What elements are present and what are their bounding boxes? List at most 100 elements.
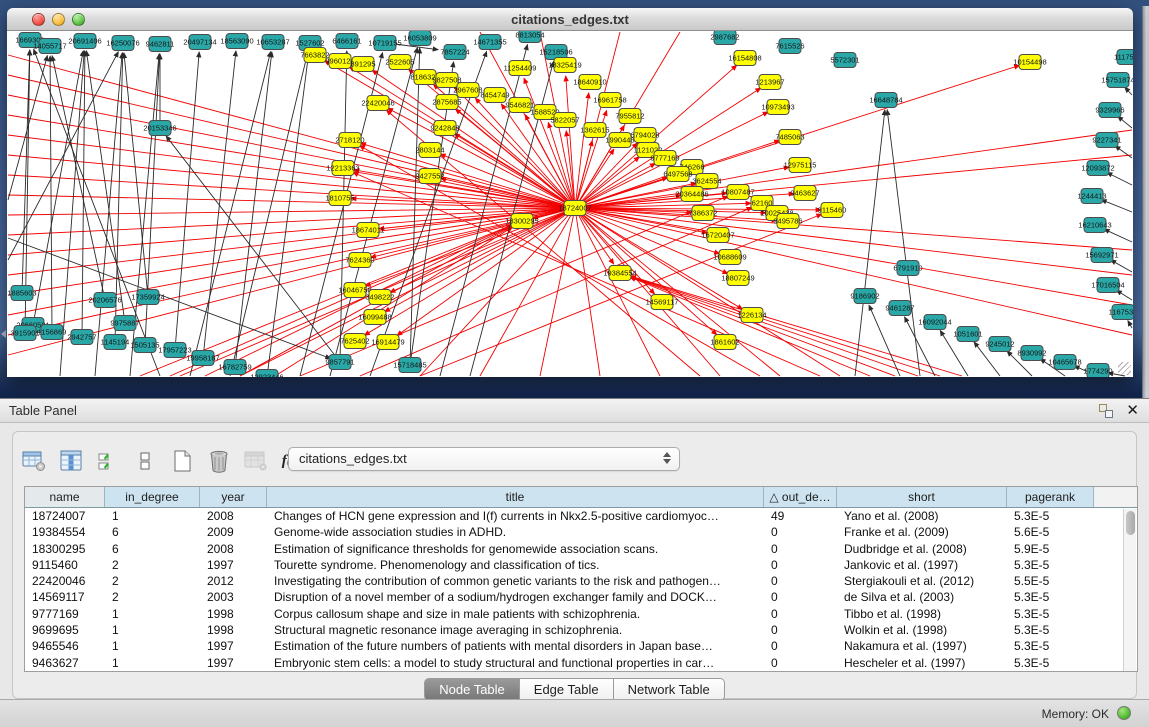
graph-edge[interactable] <box>1111 260 1132 272</box>
column-header-title[interactable]: title <box>267 487 764 507</box>
table-row[interactable]: 1456911722003Disruption of a novel membe… <box>25 589 1137 605</box>
table-cell: 18724007 <box>25 508 105 524</box>
graph-edge[interactable] <box>887 110 920 376</box>
select-all-icon[interactable] <box>95 448 121 474</box>
scrollbar-thumb[interactable] <box>1126 511 1135 535</box>
column-visibility-icon[interactable] <box>58 448 84 474</box>
graph-edge[interactable] <box>166 136 340 362</box>
panel-collapse-handle-icon[interactable] <box>1 330 6 338</box>
table-selector[interactable]: citations_edges.txt <box>288 447 680 471</box>
graph-node-label: 15218506 <box>539 48 572 57</box>
table-row[interactable]: 969969511998Structural magnetic resonanc… <box>25 622 1137 638</box>
graph-edge[interactable] <box>8 208 575 215</box>
graph-edge[interactable] <box>205 226 512 376</box>
window-titlebar[interactable]: citations_edges.txt <box>7 8 1133 31</box>
graph-node-label: 891295 <box>350 60 375 69</box>
table-row[interactable]: 1872400712008Changes of HCN gene express… <box>25 508 1137 524</box>
graph-edge[interactable] <box>1104 229 1132 242</box>
column-header-pagerank[interactable]: pagerank <box>1007 487 1094 507</box>
table-cell: 0 <box>764 622 837 638</box>
graph-edge[interactable] <box>1116 290 1132 300</box>
float-panel-icon[interactable] <box>1099 404 1113 418</box>
column-header-short[interactable]: short <box>837 487 1007 507</box>
graph-edge[interactable] <box>1118 116 1132 128</box>
graph-edge[interactable] <box>540 208 575 376</box>
graph-edge[interactable] <box>1125 87 1132 95</box>
graph-node-label: 18807249 <box>721 274 754 283</box>
graph-edge[interactable] <box>8 52 118 260</box>
graph-edge[interactable] <box>575 208 717 335</box>
create-column-icon[interactable] <box>169 448 195 474</box>
graph-edge[interactable] <box>575 141 592 208</box>
table-row[interactable]: 977716911998Corpus callosum shape and si… <box>25 606 1137 622</box>
graph-edge[interactable] <box>855 110 885 376</box>
table-cell: 0 <box>764 541 837 557</box>
graph-edge[interactable] <box>22 50 30 293</box>
column-header-in_degree[interactable]: in_degree <box>105 487 200 507</box>
graph-node-label: 7485063 <box>775 133 804 142</box>
column-header-out_de[interactable]: △ out_de… <box>764 487 837 507</box>
graph-edge[interactable] <box>575 208 1132 335</box>
graph-edge[interactable] <box>1128 321 1132 328</box>
graph-node-label: 16961758 <box>593 96 626 105</box>
graph-edge[interactable] <box>631 276 962 376</box>
graph-edge[interactable] <box>575 208 1132 275</box>
graph-edge[interactable] <box>575 208 780 376</box>
column-header-name[interactable]: name <box>25 487 105 507</box>
graph-edge[interactable] <box>575 130 1132 208</box>
column-header-filler <box>1094 487 1137 507</box>
graph-node-label: 2803144 <box>415 146 444 155</box>
table-row[interactable]: 1938455462009Genome-wide association stu… <box>25 524 1137 540</box>
graph-edge[interactable] <box>8 208 575 335</box>
column-header-year[interactable]: year <box>200 487 267 507</box>
network-canvas[interactable]: 1872400716693091405571720691406162500769… <box>7 31 1133 377</box>
graph-node-label: 9495786 <box>773 217 802 226</box>
graph-node-label: 1861602 <box>710 338 739 347</box>
graph-node-label: 6497568 <box>663 170 692 179</box>
table-cell: 19384554 <box>25 524 105 540</box>
graph-edge[interactable] <box>630 277 870 376</box>
graph-edge[interactable] <box>50 56 52 332</box>
graph-edge[interactable] <box>33 51 83 325</box>
table-row[interactable]: 2242004622012Investigating the contribut… <box>25 573 1137 589</box>
graph-node-label: 14569117 <box>646 298 679 307</box>
graph-edge[interactable] <box>230 53 308 376</box>
graph-edge[interactable] <box>240 208 575 376</box>
memory-status-label: Memory: OK <box>1042 707 1109 721</box>
graph-edge[interactable] <box>203 51 236 358</box>
tab-network-table[interactable]: Network Table <box>614 678 725 701</box>
graph-node-label: 15718485 <box>393 361 426 370</box>
combo-arrows-icon <box>663 452 671 464</box>
tab-node-table[interactable]: Node Table <box>424 678 520 701</box>
cytoscape-app: citations_edges.txt 18724007166930914055… <box>0 0 1149 727</box>
table-scrollbar[interactable] <box>1123 509 1136 671</box>
table-cell: 49 <box>764 508 837 524</box>
graph-edge[interactable] <box>1101 200 1132 212</box>
close-panel-icon[interactable]: ✕ <box>1126 401 1139 419</box>
graph-edge[interactable] <box>1107 172 1132 185</box>
graph-node-label: 16210643 <box>1078 221 1111 230</box>
delete-column-icon[interactable] <box>206 448 232 474</box>
graph-edge[interactable] <box>410 48 420 365</box>
graph-edge[interactable] <box>575 208 1132 305</box>
graph-edge[interactable] <box>360 207 752 376</box>
table-cell: de Silva et al. (2003) <box>837 589 1007 605</box>
table-row[interactable]: 946554611997Estimation of the future num… <box>25 638 1137 654</box>
row-height-icon[interactable] <box>132 448 158 474</box>
network-canvas-svg[interactable]: 1872400716693091405571720691406162500769… <box>7 31 1133 377</box>
graph-edge[interactable] <box>8 115 575 208</box>
table-options-icon[interactable] <box>21 448 47 474</box>
graph-edge[interactable] <box>365 208 575 286</box>
graph-edge[interactable] <box>8 208 575 255</box>
graph-node-label: 16720407 <box>701 231 734 240</box>
network-window[interactable]: citations_edges.txt 18724007166930914055… <box>7 8 1133 377</box>
delete-table-icon[interactable] <box>243 448 269 474</box>
tab-edge-table[interactable]: Edge Table <box>520 678 614 701</box>
graph-edge[interactable] <box>235 52 272 367</box>
resize-grip-icon[interactable] <box>1118 362 1131 375</box>
table-row[interactable]: 946362711997Embryonic stem cells: a mode… <box>25 655 1137 671</box>
table-row[interactable]: 911546021997Tourette syndrome. Phenomeno… <box>25 557 1137 573</box>
graph-node-label: 1244413 <box>1077 192 1106 201</box>
graph-node-label: 9227341 <box>1092 136 1121 145</box>
table-row[interactable]: 1830029562008Estimation of significance … <box>25 541 1137 557</box>
